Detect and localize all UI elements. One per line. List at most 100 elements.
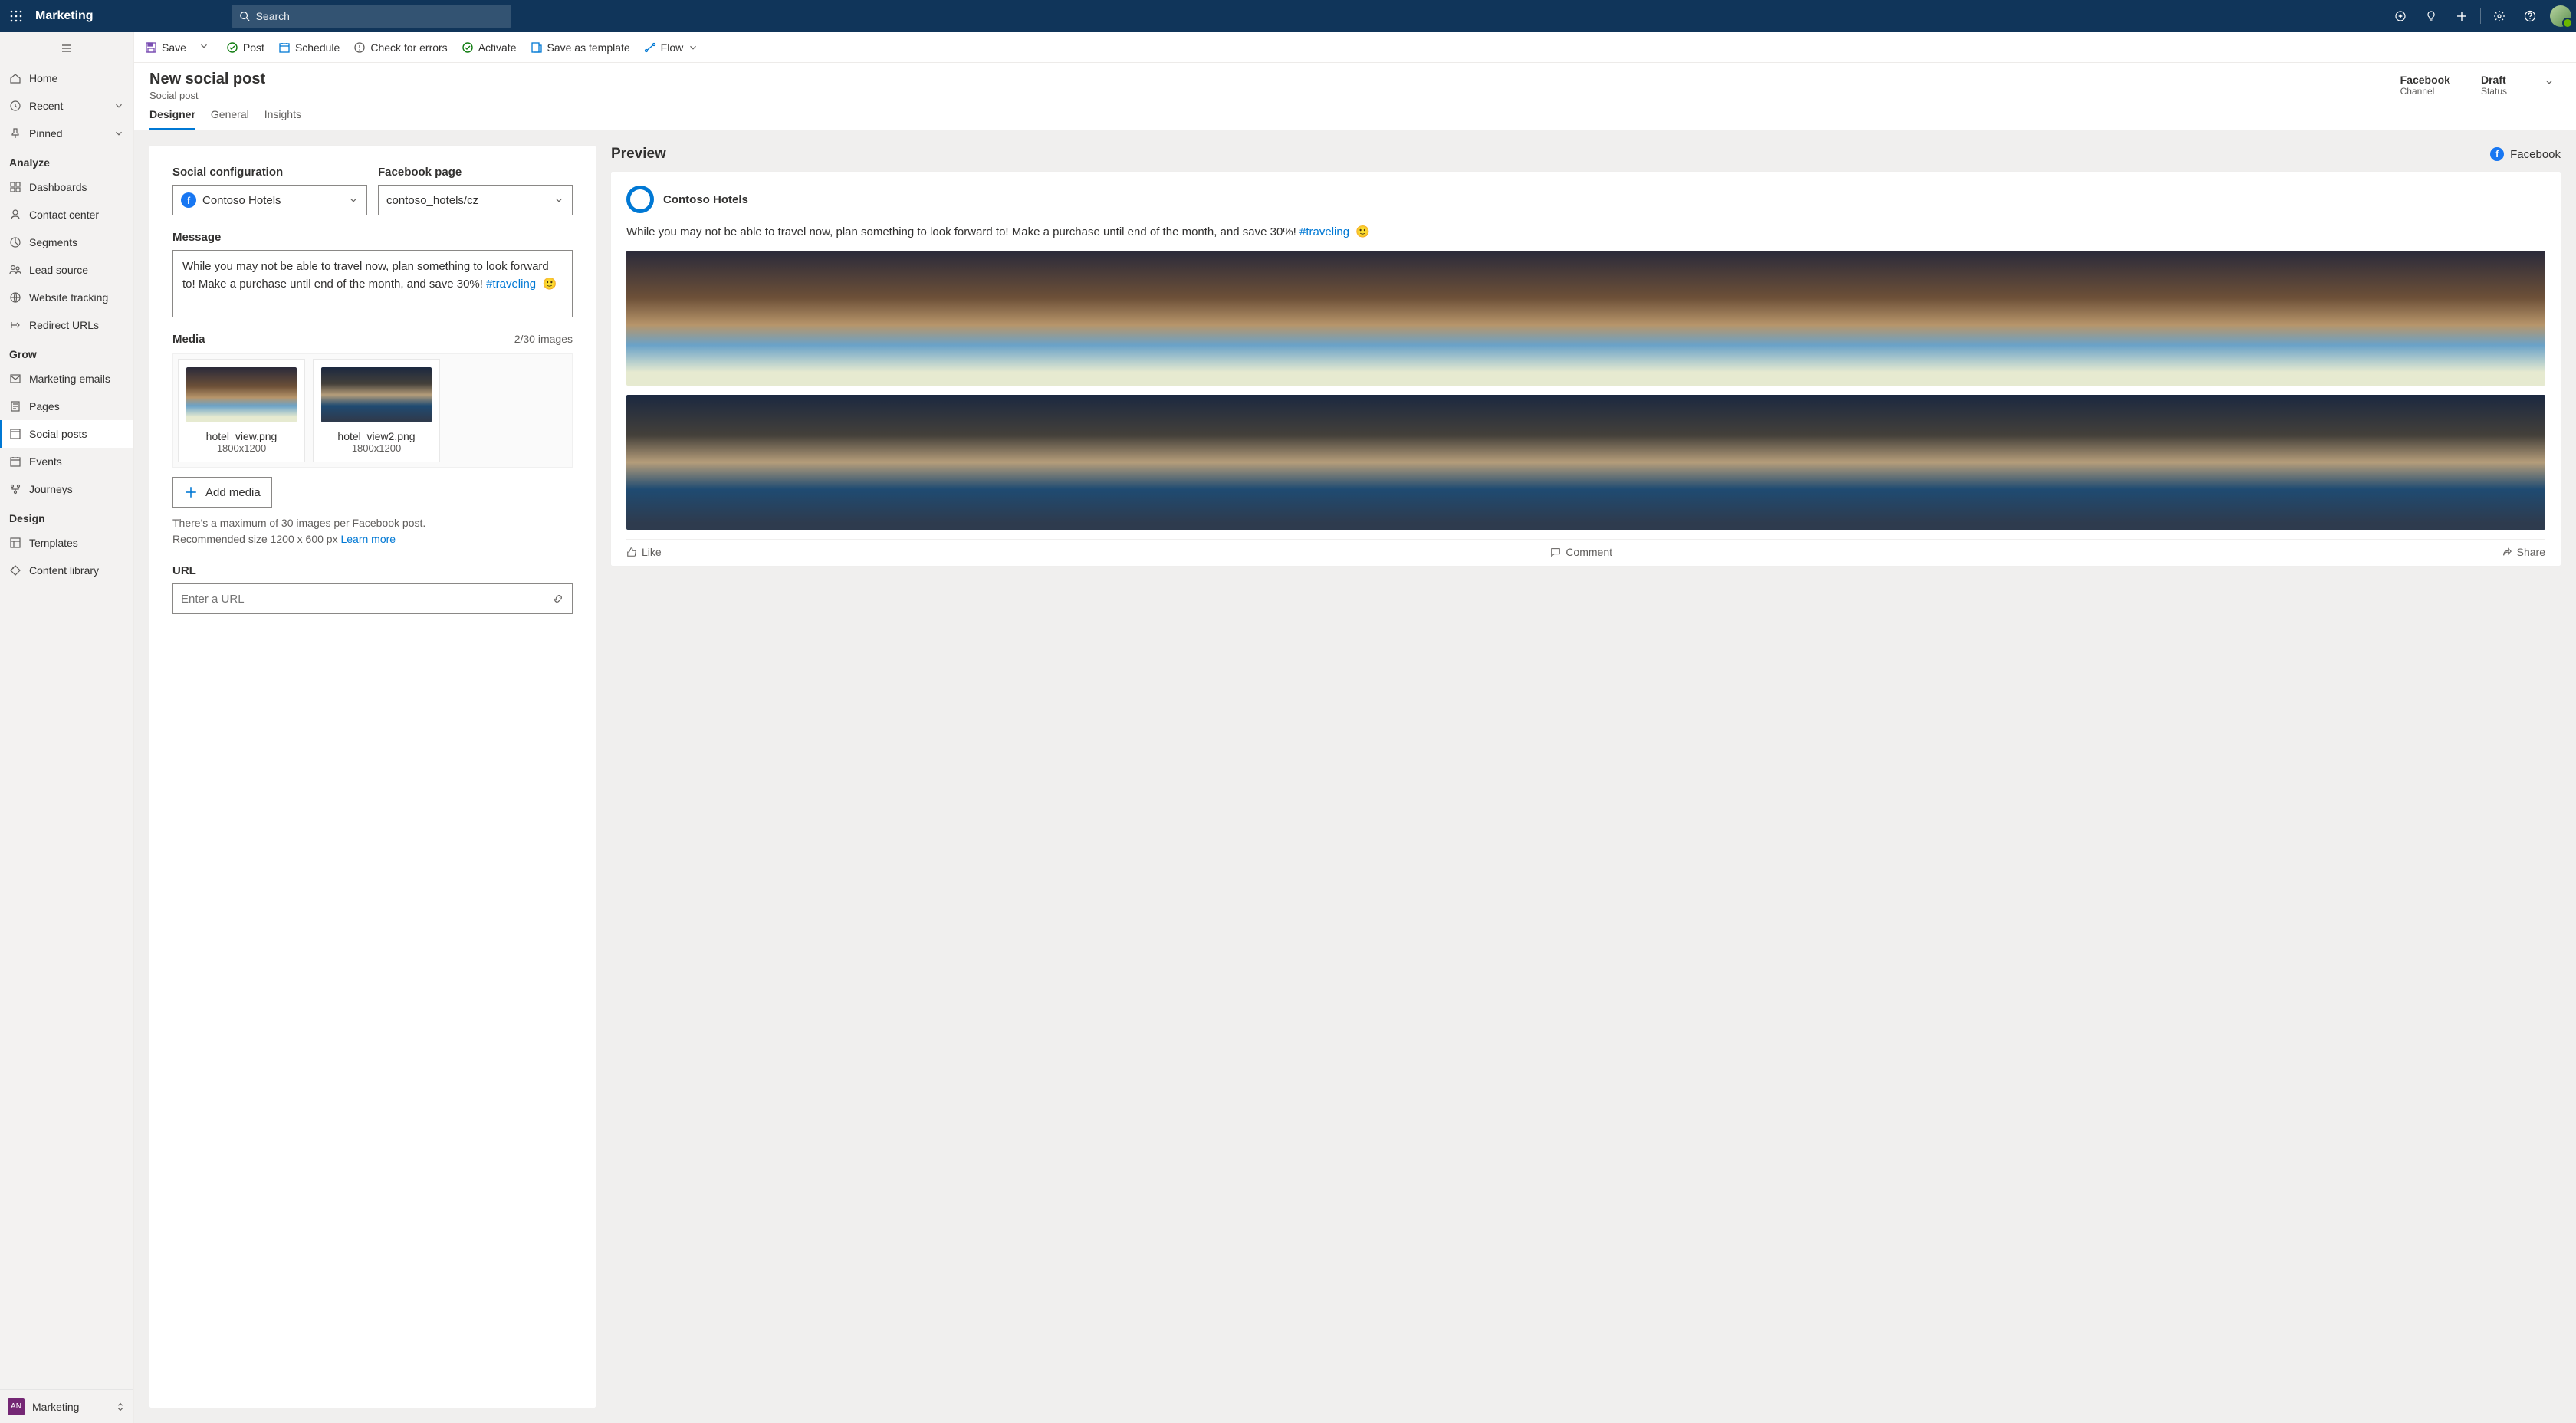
- cmd-save-dropdown[interactable]: [196, 41, 212, 54]
- url-label: URL: [172, 564, 573, 577]
- nav-segments[interactable]: Segments: [0, 228, 133, 256]
- preview-account: Contoso Hotels: [663, 193, 748, 206]
- nav-templates[interactable]: Templates: [0, 529, 133, 557]
- app-launcher-button[interactable]: [0, 10, 32, 22]
- media-dimensions: 1800x1200: [186, 442, 297, 454]
- nav-collapse-button[interactable]: [0, 32, 133, 64]
- tab-insights[interactable]: Insights: [264, 108, 301, 130]
- cmd-flow[interactable]: Flow: [644, 41, 699, 54]
- preview-card: Contoso Hotels While you may not be able…: [611, 172, 2561, 566]
- message-emoji: 🙂: [542, 278, 557, 291]
- helper-line: There's a maximum of 30 images per Faceb…: [172, 517, 426, 529]
- cmd-activate[interactable]: Activate: [462, 41, 517, 54]
- updown-icon: [115, 1402, 126, 1412]
- nav-label: Website tracking: [29, 291, 108, 304]
- help-icon[interactable]: [2515, 0, 2545, 32]
- nav-label: Journeys: [29, 483, 73, 495]
- chevron-down-icon: [113, 128, 124, 139]
- user-avatar[interactable]: [2545, 0, 2576, 32]
- chevron-down-icon: [348, 195, 359, 205]
- meta-value: Draft: [2481, 74, 2507, 86]
- tabs: Designer General Insights: [150, 100, 317, 130]
- header-meta-status: Draft Status: [2481, 74, 2507, 97]
- tab-general[interactable]: General: [211, 108, 249, 130]
- preview-emoji: 🙂: [1355, 225, 1370, 238]
- nav-social-posts[interactable]: Social posts: [0, 420, 133, 448]
- top-bar: Marketing Search: [0, 0, 2576, 32]
- select-value: Contoso Hotels: [202, 194, 342, 207]
- media-item[interactable]: hotel_view2.png 1800x1200: [313, 359, 440, 462]
- media-thumbnail: [186, 367, 297, 422]
- cmd-check-errors[interactable]: Check for errors: [353, 41, 447, 54]
- nav-pages[interactable]: Pages: [0, 393, 133, 420]
- nav-dashboards[interactable]: Dashboards: [0, 173, 133, 201]
- message-input[interactable]: While you may not be able to travel now,…: [172, 250, 573, 317]
- cmd-save-template[interactable]: Save as template: [531, 41, 630, 54]
- preview-text: While you may not be able to travel now,…: [626, 224, 2545, 242]
- meta-label: Channel: [2400, 86, 2450, 97]
- nav-label: Marketing emails: [29, 373, 110, 385]
- plus-icon: [184, 485, 198, 499]
- learn-more-link[interactable]: Learn more: [340, 533, 396, 545]
- nav-website-tracking[interactable]: Website tracking: [0, 284, 133, 311]
- app-switcher-label: Marketing: [32, 1401, 79, 1413]
- nav-home[interactable]: Home: [0, 64, 133, 92]
- header-expand-button[interactable]: [2538, 74, 2561, 93]
- media-helper-text: There's a maximum of 30 images per Faceb…: [172, 515, 573, 547]
- chevron-down-icon: [113, 100, 124, 111]
- left-nav: Home Recent Pinned Analyze Dashboards Co…: [0, 32, 134, 1423]
- meta-label: Status: [2481, 86, 2507, 97]
- facebook-icon: f: [181, 192, 196, 208]
- social-config-label: Social configuration: [172, 166, 367, 179]
- cmd-schedule[interactable]: Schedule: [278, 41, 340, 54]
- add-icon[interactable]: [2446, 0, 2477, 32]
- media-item[interactable]: hotel_view.png 1800x1200: [178, 359, 305, 462]
- helper-line: Recommended size 1200 x 600 px: [172, 533, 338, 545]
- preview-comment-button[interactable]: Comment: [1550, 546, 1612, 558]
- message-label: Message: [172, 231, 573, 244]
- meta-value: Facebook: [2400, 74, 2450, 86]
- nav-redirect-urls[interactable]: Redirect URLs: [0, 311, 133, 339]
- app-switcher-badge: AN: [8, 1398, 25, 1415]
- global-search[interactable]: Search: [232, 5, 511, 28]
- tab-designer[interactable]: Designer: [150, 108, 196, 130]
- nav-label: Recent: [29, 100, 63, 112]
- nav-content-library[interactable]: Content library: [0, 557, 133, 584]
- preview-hashtag: #traveling: [1300, 225, 1349, 238]
- assistant-icon[interactable]: [2385, 0, 2416, 32]
- nav-lead-source[interactable]: Lead source: [0, 256, 133, 284]
- nav-journeys[interactable]: Journeys: [0, 475, 133, 503]
- add-media-button[interactable]: Add media: [172, 477, 272, 508]
- fb-page-select[interactable]: contoso_hotels/cz: [378, 185, 573, 215]
- nav-label: Templates: [29, 537, 78, 549]
- media-filename: hotel_view.png: [186, 430, 297, 442]
- add-media-label: Add media: [205, 486, 261, 499]
- nav-label: Pinned: [29, 127, 63, 140]
- app-switcher[interactable]: AN Marketing: [0, 1389, 133, 1423]
- social-config-select[interactable]: f Contoso Hotels: [172, 185, 367, 215]
- nav-section-grow: Grow: [0, 339, 133, 365]
- chevron-down-icon: [688, 42, 698, 53]
- header-meta-channel: Facebook Channel: [2400, 74, 2450, 97]
- url-input[interactable]: [181, 593, 552, 606]
- nav-marketing-emails[interactable]: Marketing emails: [0, 365, 133, 393]
- nav-pinned[interactable]: Pinned: [0, 120, 133, 147]
- fb-page-label: Facebook page: [378, 166, 573, 179]
- nav-label: Social posts: [29, 428, 87, 440]
- action-label: Comment: [1566, 546, 1612, 558]
- nav-contact-center[interactable]: Contact center: [0, 201, 133, 228]
- nav-label: Contact center: [29, 209, 99, 221]
- nav-recent[interactable]: Recent: [0, 92, 133, 120]
- nav-label: Dashboards: [29, 181, 87, 193]
- cmd-post[interactable]: Post: [226, 41, 264, 54]
- preview-channel: Facebook: [2510, 148, 2561, 161]
- cmd-save[interactable]: Save: [145, 41, 186, 54]
- nav-events[interactable]: Events: [0, 448, 133, 475]
- lightbulb-icon[interactable]: [2416, 0, 2446, 32]
- preview-share-button[interactable]: Share: [2502, 546, 2545, 558]
- link-icon[interactable]: [552, 593, 564, 605]
- settings-icon[interactable]: [2484, 0, 2515, 32]
- preview-image: [626, 251, 2545, 386]
- preview-like-button[interactable]: Like: [626, 546, 662, 558]
- select-value: contoso_hotels/cz: [386, 194, 547, 207]
